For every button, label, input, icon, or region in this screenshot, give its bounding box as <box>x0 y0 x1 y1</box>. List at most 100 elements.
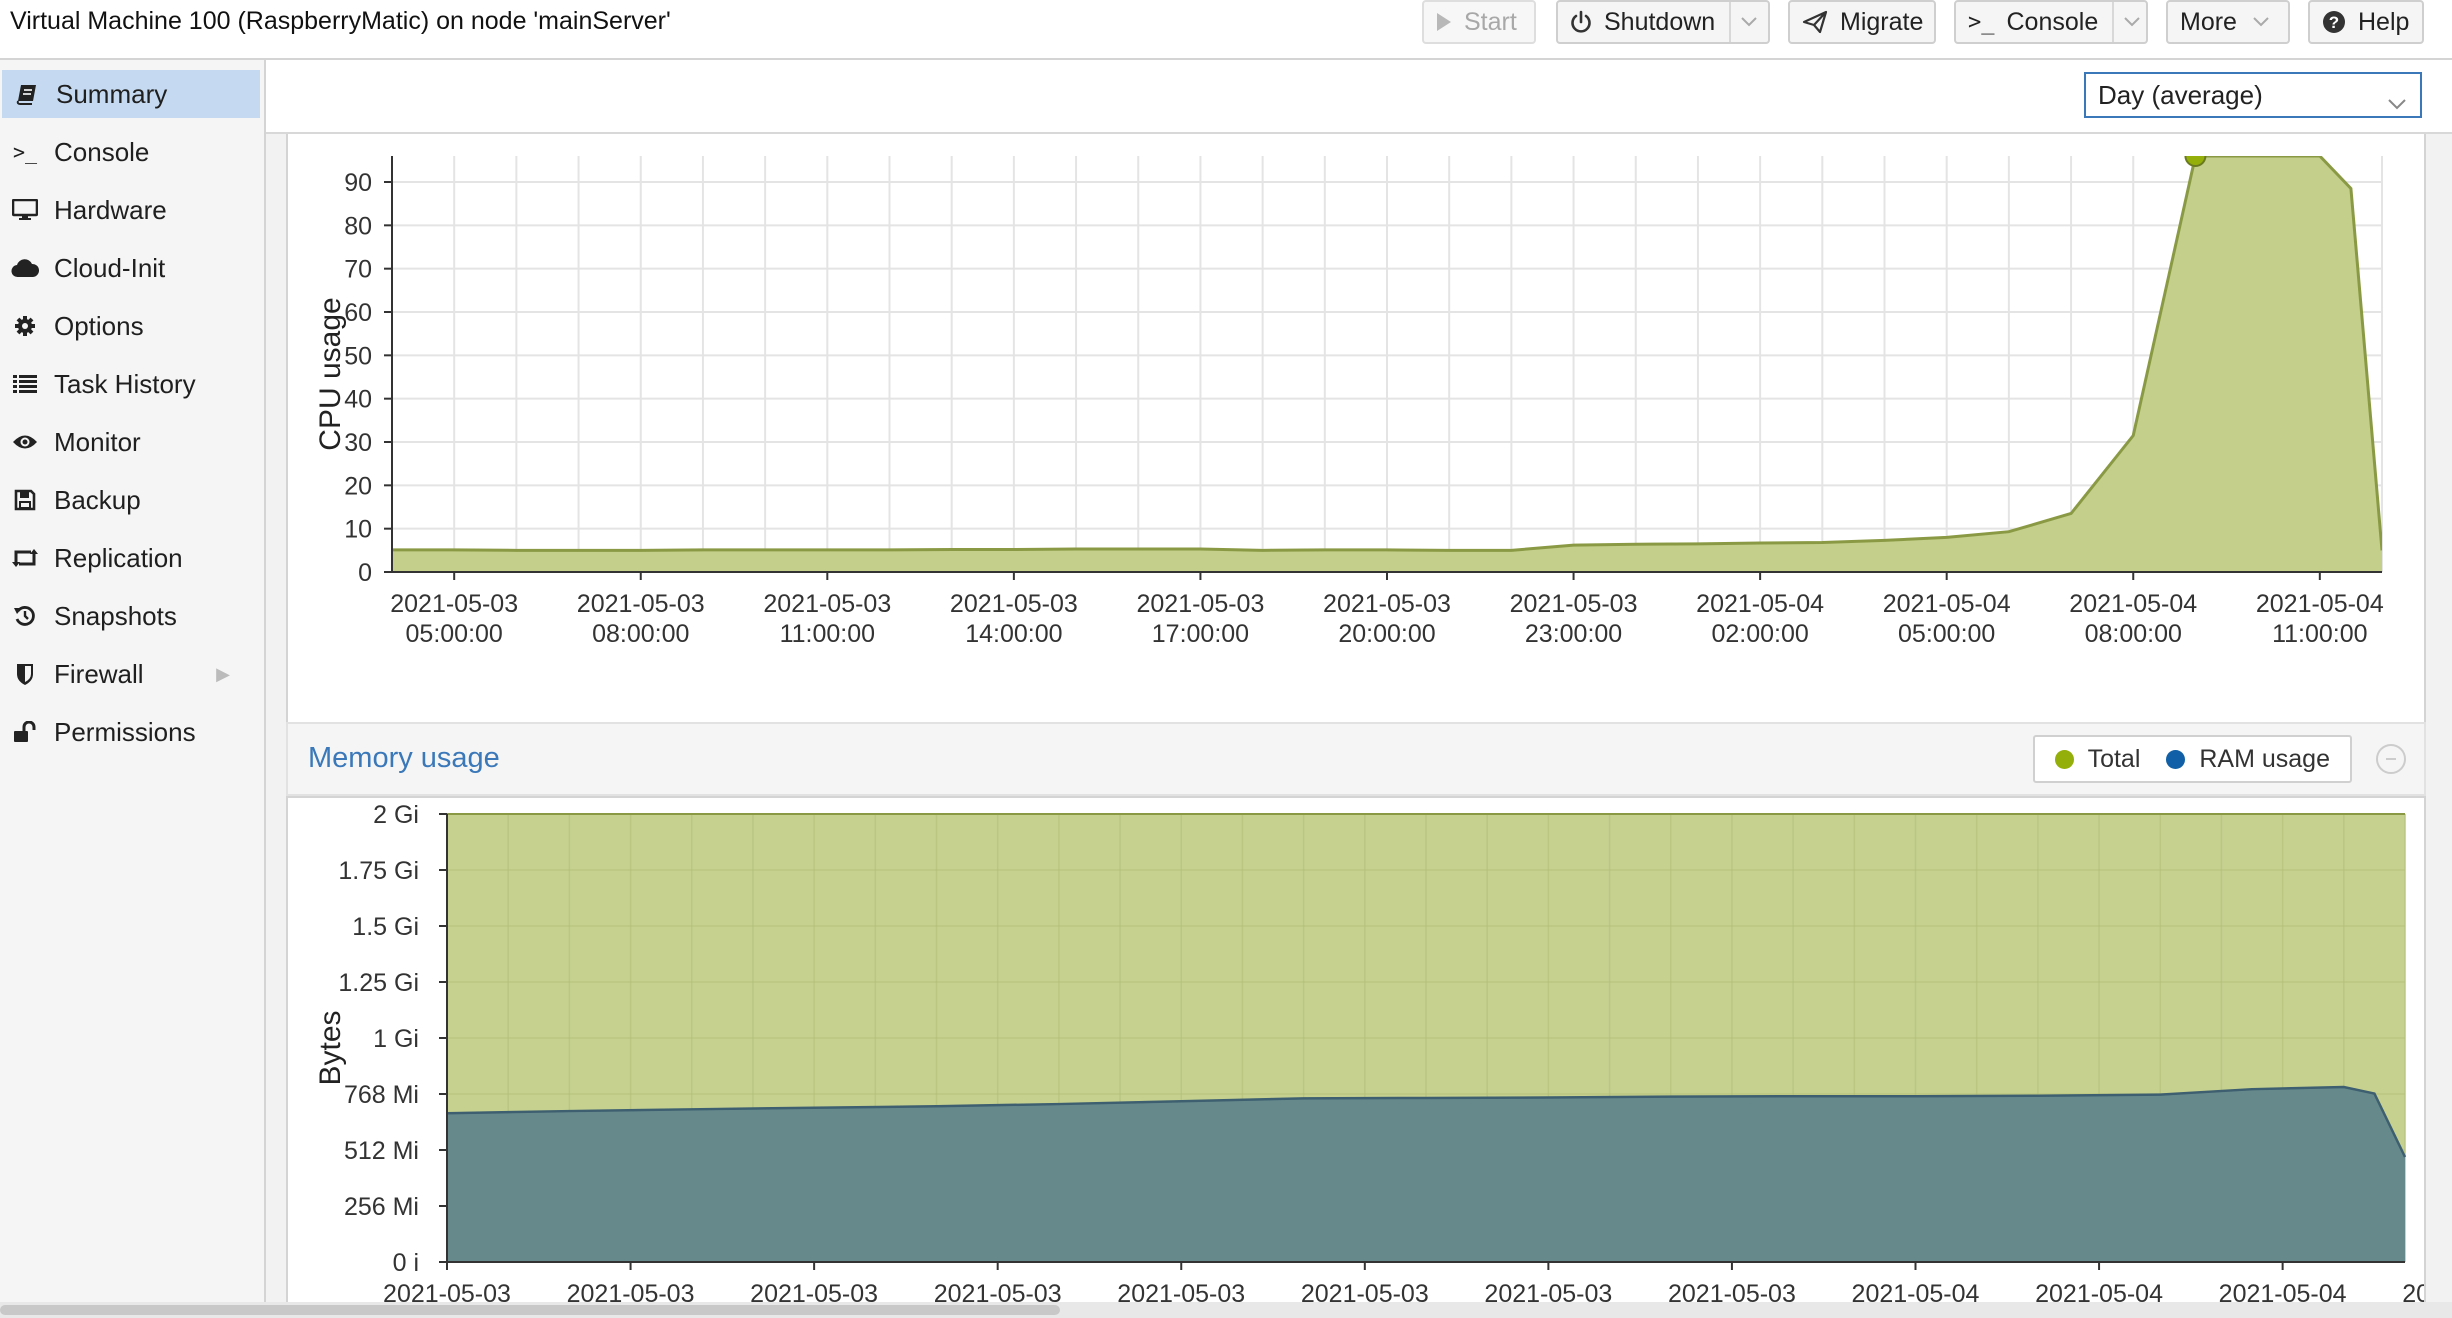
console-button[interactable]: >_ Console <box>1954 0 2148 44</box>
y-tick-label: 30 <box>344 429 372 457</box>
sidebar-item-options[interactable]: Options <box>0 302 262 350</box>
sidebar-item-backup[interactable]: Backup <box>0 476 262 524</box>
x-tick-label-date: 2021-05-03 <box>567 1280 695 1302</box>
sidebar-item-permissions[interactable]: Permissions <box>0 708 262 756</box>
scrollbar-thumb[interactable] <box>0 1305 1060 1315</box>
legend-label: Total <box>2087 744 2141 773</box>
y-tick-label: 90 <box>344 169 372 197</box>
cpu-highlight-point <box>2184 156 2207 167</box>
cpu-usage-chart: 01020304050607080902021-05-0305:00:00202… <box>314 156 2384 648</box>
y-axis-label: Bytes <box>314 1010 347 1085</box>
x-tick-label-date: 2021-05-04 <box>1696 590 1824 618</box>
y-tick-label: 0 i <box>393 1249 419 1277</box>
x-tick-label-date: 2021-05-03 <box>934 1280 1062 1302</box>
y-tick-label: 1 Gi <box>373 1025 419 1053</box>
timeframe-select[interactable]: Day (average) <box>2084 72 2422 118</box>
start-label: Start <box>1464 7 1517 36</box>
shield-icon <box>10 662 40 686</box>
y-tick-label: 0 <box>358 559 372 587</box>
migrate-label: Migrate <box>1840 7 1924 36</box>
legend-item-ram-usage[interactable]: RAM usage <box>2166 745 2330 774</box>
sidebar-item-label: Task History <box>54 368 196 399</box>
summary-toolbar: Day (average) <box>266 60 2452 134</box>
x-tick-label-date: 2021-05-04 <box>2256 590 2384 618</box>
legend-label: RAM usage <box>2199 744 2330 773</box>
x-tick-label-time: 08:00:00 <box>2085 620 2182 648</box>
sidebar-item-summary[interactable]: Summary <box>2 70 260 118</box>
retweet-icon <box>10 548 40 568</box>
top-toolbar: Virtual Machine 100 (RaspberryMatic) on … <box>0 0 2452 60</box>
svg-text:?: ? <box>2329 13 2339 32</box>
caret-right-icon: ▶ <box>216 663 230 684</box>
y-tick-label: 2 Gi <box>373 801 419 829</box>
y-tick-label: 50 <box>344 342 372 370</box>
sidebar-item-monitor[interactable]: Monitor <box>0 418 262 466</box>
help-button[interactable]: ? Help <box>2308 0 2424 44</box>
y-tick-label: 10 <box>344 516 372 544</box>
x-tick-label-time: 14:00:00 <box>965 620 1062 648</box>
more-button[interactable]: More <box>2166 0 2290 44</box>
x-tick-label-date: 2021-05-03 <box>1510 590 1638 618</box>
x-tick-label-date: 2021-05-04 <box>2035 1280 2163 1302</box>
book-icon <box>12 83 42 105</box>
legend-dot <box>2166 749 2186 769</box>
start-button[interactable]: Start <box>1422 0 1536 44</box>
chevron-down-icon[interactable] <box>2112 2 2140 42</box>
y-axis-label: CPU usage <box>314 297 347 450</box>
x-tick-label-date: 2021-05-03 <box>1301 1280 1429 1302</box>
x-tick-label-time: 11:00:00 <box>780 620 875 648</box>
legend-dot <box>2054 749 2074 769</box>
chevron-down-icon <box>2388 86 2406 117</box>
x-tick-label-date: 2021-05-03 <box>577 590 705 618</box>
power-icon <box>1570 10 1592 34</box>
sidebar-item-firewall[interactable]: Firewall ▶ <box>0 650 262 698</box>
sidebar-item-console[interactable]: >_ Console <box>0 128 262 176</box>
x-tick-label-date: 2021-05-03 <box>1668 1280 1796 1302</box>
console-label: Console <box>2006 7 2099 36</box>
legend-item-total[interactable]: Total <box>2054 744 2141 774</box>
chevron-down-icon[interactable] <box>1729 2 1757 42</box>
sidebar-item-label: Monitor <box>54 426 141 457</box>
shutdown-button[interactable]: Shutdown <box>1556 0 1770 44</box>
memory-panel-title: Memory usage <box>308 742 500 774</box>
sidebar-item-replication[interactable]: Replication <box>0 534 262 582</box>
help-label: Help <box>2358 7 2410 36</box>
x-tick-label-date: 2021-05-03 <box>1117 1280 1245 1302</box>
sidebar-item-label: Hardware <box>54 194 167 225</box>
sidebar-item-label: Snapshots <box>54 600 177 631</box>
y-tick-label: 40 <box>344 386 372 414</box>
unlock-icon <box>10 721 40 743</box>
memory-usage-chart: 0 i 256 Mi 512 Mi 768 Mi 1 Gi 1.25 Gi 1.5 Gi 1.… <box>314 801 2452 1302</box>
x-tick-label-date: 2021-05-04 <box>1883 590 2011 618</box>
sidebar-item-hardware[interactable]: Hardware <box>0 186 262 234</box>
collapse-panel-button[interactable] <box>2376 744 2406 774</box>
memory-chart-panel: 0 i 256 Mi 512 Mi 768 Mi 1 Gi 1.25 Gi 1.5 Gi 1.… <box>286 796 2452 1302</box>
x-tick-label-date: 2021-05-04 <box>2402 1280 2424 1302</box>
y-tick-label: 1.5 Gi <box>352 913 419 941</box>
monitor-icon <box>10 199 40 221</box>
x-tick-label-time: 08:00:00 <box>592 620 689 648</box>
x-tick-label-time: 05:00:00 <box>1898 620 1995 648</box>
x-tick-label-time: 17:00:00 <box>1152 620 1249 648</box>
y-tick-label: 60 <box>344 299 372 327</box>
list-icon <box>10 374 40 394</box>
sidebar-item-task-history[interactable]: Task History <box>0 360 262 408</box>
sidebar-item-snapshots[interactable]: Snapshots <box>0 592 262 640</box>
x-tick-label-time: 02:00:00 <box>1711 620 1808 648</box>
sidebar-item-cloud-init[interactable]: Cloud-Init <box>0 244 262 292</box>
sidebar-item-label: Options <box>54 310 144 341</box>
sidebar-item-label: Console <box>54 136 150 167</box>
main-content: Day (average) 0 10 20 30 40 50 60 70 80 90 2021-05… <box>266 60 2452 1302</box>
sidebar-item-label: Cloud-Init <box>54 252 166 283</box>
play-icon <box>1436 12 1452 32</box>
gear-icon <box>10 315 40 337</box>
x-tick-label-date: 2021-05-04 <box>2219 1280 2347 1302</box>
history-icon <box>10 605 40 627</box>
terminal-icon: >_ <box>1968 9 1995 35</box>
y-tick-label: 512 Mi <box>344 1137 419 1165</box>
migrate-button[interactable]: Migrate <box>1788 0 1936 44</box>
y-tick-label: 1.75 Gi <box>338 857 419 885</box>
eye-icon <box>10 433 40 451</box>
y-tick-label: 1.25 Gi <box>338 969 419 997</box>
horizontal-scrollbar[interactable] <box>0 1302 2452 1318</box>
